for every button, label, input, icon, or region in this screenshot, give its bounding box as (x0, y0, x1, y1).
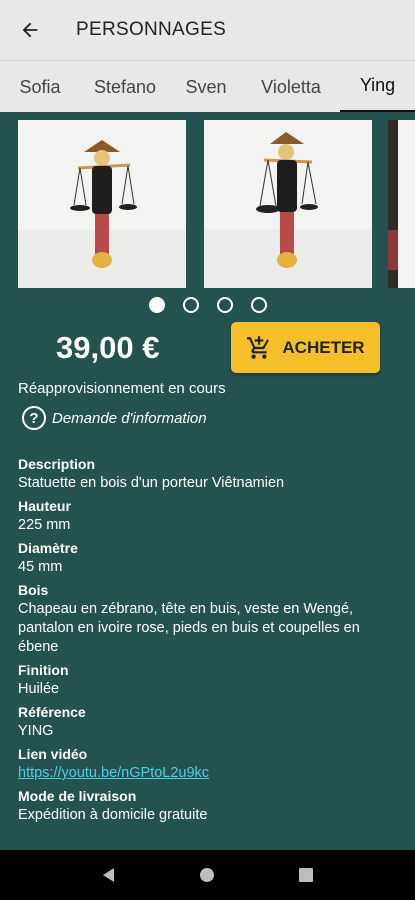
detail-height: Hauteur 225 mm (18, 497, 398, 535)
stock-status: Réapprovisionnement en cours (18, 380, 226, 397)
tab-sven[interactable]: Sven (170, 61, 242, 112)
circle-home-icon (200, 868, 215, 882)
detail-label: Bois (18, 582, 49, 598)
detail-label: Référence (18, 704, 86, 720)
image-carousel[interactable] (0, 120, 415, 288)
page-dot[interactable] (250, 297, 267, 313)
page-dot[interactable] (182, 297, 199, 313)
carousel-indicator (0, 297, 415, 313)
detail-value: Statuette en bois d'un porteur Viêtnamie… (18, 475, 285, 491)
nav-home-button[interactable] (192, 860, 222, 890)
detail-value: 45 mm (18, 559, 63, 575)
product-details: Description Statuette en bois d'un porte… (18, 455, 398, 829)
page-dot[interactable] (148, 297, 165, 313)
page-title: PERSONNAGES (76, 19, 227, 40)
tab-sofia[interactable]: Sofia (0, 61, 80, 112)
buy-label: ACHETER (282, 337, 365, 357)
nav-back-button[interactable] (94, 860, 124, 890)
price: 39,00 € (56, 330, 160, 365)
square-recents-icon (298, 868, 313, 882)
detail-video-link: Lien vidéo https://youtu.be/nGPtoL2u9kc (18, 745, 398, 783)
detail-value: Huilée (18, 681, 60, 697)
detail-description: Description Statuette en bois d'un porte… (18, 455, 398, 493)
tab-ying[interactable]: Ying (340, 61, 415, 112)
detail-value: Chapeau en zébrano, tête en buis, veste … (18, 601, 360, 655)
detail-value: Expédition à domicile gratuite (18, 807, 208, 823)
detail-label: Hauteur (18, 498, 71, 514)
detail-label: Lien vidéo (18, 746, 88, 762)
detail-finish: Finition Huilée (18, 661, 398, 699)
detail-label: Description (18, 456, 96, 472)
detail-label: Diamètre (18, 540, 78, 556)
back-button[interactable] (0, 0, 60, 60)
product-photo[interactable] (204, 120, 372, 288)
information-request-label: Demande d'information (52, 409, 207, 427)
arrow-left-icon (22, 22, 38, 38)
character-tabs: Sofia Stefano Sven Violetta Ying (0, 60, 415, 112)
statuette-image (204, 120, 372, 288)
detail-label: Mode de livraison (18, 788, 137, 804)
information-request-link[interactable]: ? Demande d'information (22, 406, 207, 430)
detail-wood: Bois Chapeau en zébrano, tête en buis, v… (18, 581, 398, 657)
help-circle-icon: ? (22, 406, 46, 430)
video-link[interactable]: https://youtu.be/nGPtoL2u9kc (18, 764, 398, 783)
statuette-image (388, 120, 415, 288)
tab-violetta[interactable]: Violetta (242, 61, 340, 112)
detail-value: YING (18, 723, 54, 739)
product-photo[interactable] (18, 120, 186, 288)
tab-stefano[interactable]: Stefano (80, 61, 170, 112)
detail-reference: Référence YING (18, 703, 398, 741)
detail-delivery: Mode de livraison Expédition à domicile … (18, 787, 398, 825)
app-bar: PERSONNAGES (0, 0, 415, 60)
buy-button[interactable]: ACHETER (231, 322, 380, 373)
triangle-back-icon (103, 868, 115, 882)
page-dot[interactable] (216, 297, 233, 313)
detail-label: Finition (18, 662, 69, 678)
add-shopping-cart-icon (247, 335, 270, 359)
statuette-image (18, 120, 186, 288)
product-photo-peek[interactable] (388, 120, 415, 288)
nav-recents-button[interactable] (291, 860, 321, 890)
detail-diameter: Diamètre 45 mm (18, 539, 398, 577)
detail-value: 225 mm (18, 517, 71, 533)
system-navigation-bar (0, 850, 415, 900)
